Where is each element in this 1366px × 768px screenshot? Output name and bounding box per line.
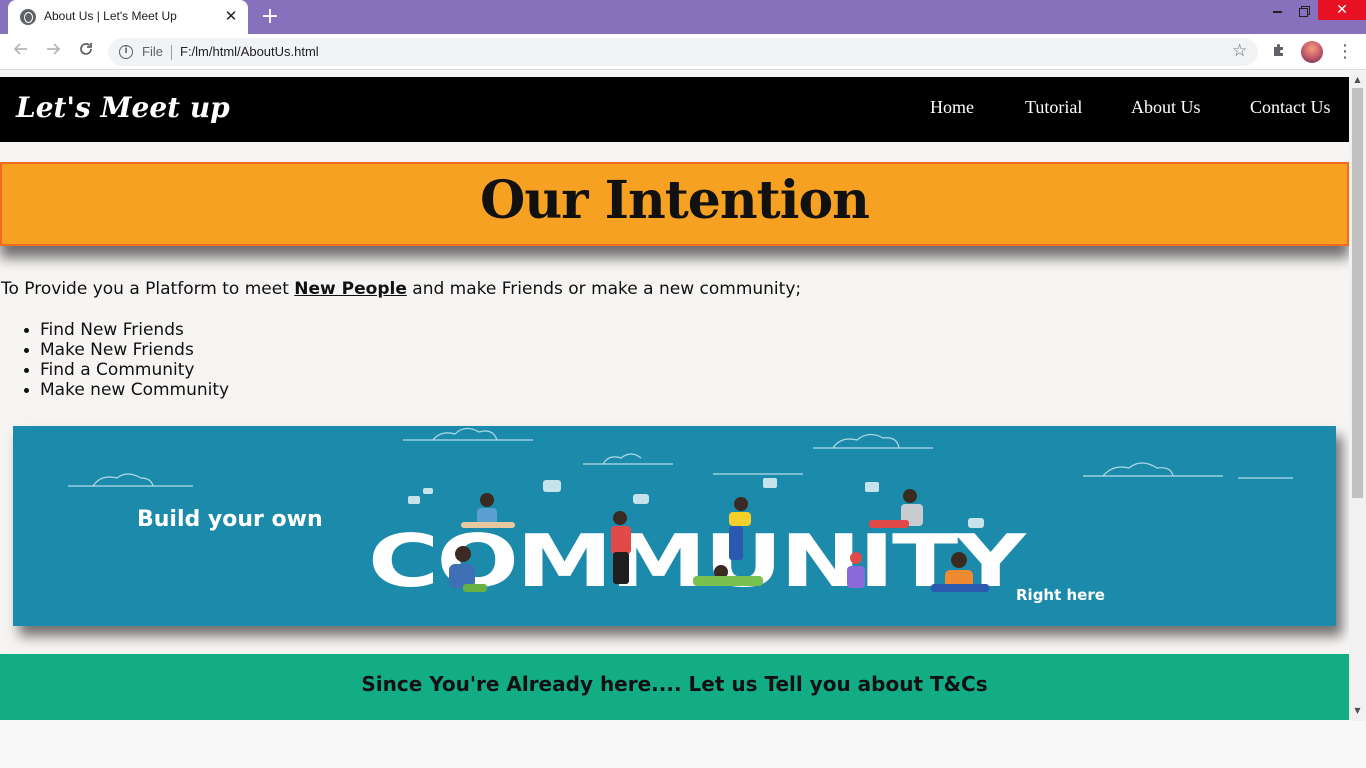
- omnibox-divider: [171, 45, 172, 60]
- reload-button[interactable]: [75, 41, 97, 63]
- community-illustration: Build your own COMMUNITY Right here: [68, 427, 1293, 604]
- profile-avatar[interactable]: [1301, 41, 1323, 63]
- intention-heading: Our Intention: [480, 170, 870, 231]
- window-minimize-button[interactable]: [1262, 0, 1292, 20]
- nav-link-contact[interactable]: Contact Us: [1250, 97, 1331, 118]
- intro-paragraph: To Provide you a Platform to meet New Pe…: [1, 279, 801, 299]
- page-viewport: Let's Meet up Home Tutorial About Us Con…: [0, 71, 1366, 768]
- terms-heading: Since You're Already here.... Let us Tel…: [361, 672, 988, 696]
- intro-text-before: To Provide you a Platform to meet: [1, 279, 295, 299]
- site-navbar: Let's Meet up Home Tutorial About Us Con…: [0, 77, 1349, 142]
- browser-toolbar: i File F:/lm/html/AboutUs.html ☆ ⋮: [0, 34, 1366, 70]
- banner-line1: Build your own: [137, 507, 323, 532]
- kebab-menu-icon[interactable]: ⋮: [1336, 41, 1354, 63]
- tab-close-icon[interactable]: ✕: [222, 7, 240, 25]
- browser-tab-active[interactable]: About Us | Let's Meet Up ✕: [8, 0, 248, 34]
- list-item: Make new Community: [22, 380, 229, 400]
- intro-text-after: and make Friends or make a new community…: [406, 279, 802, 299]
- arrow-left-icon: [13, 43, 27, 55]
- intro-highlight: New People: [294, 279, 407, 299]
- scroll-up-arrow[interactable]: ▲: [1349, 71, 1366, 88]
- banner-line2: Right here: [1016, 586, 1105, 604]
- star-icon[interactable]: ☆: [1232, 41, 1247, 61]
- address-bar[interactable]: i File F:/lm/html/AboutUs.html ☆: [108, 38, 1258, 66]
- list-item: Find a Community: [22, 360, 229, 380]
- arrow-right-icon: [47, 43, 61, 55]
- window-close-button[interactable]: ✕: [1318, 0, 1366, 20]
- scroll-down-arrow[interactable]: ▼: [1349, 702, 1366, 719]
- forward-button[interactable]: [42, 41, 64, 63]
- page-bottom-area: [0, 720, 1366, 768]
- browser-tab-strip: About Us | Let's Meet Up ✕ + ✕: [0, 0, 1366, 34]
- list-item: Make New Friends: [22, 340, 229, 360]
- window-restore-button[interactable]: [1292, 0, 1318, 20]
- tab-title: About Us | Let's Meet Up: [44, 9, 177, 23]
- feature-list: Find New Friends Make New Friends Find a…: [22, 320, 229, 400]
- site-logo[interactable]: Let's Meet up: [16, 91, 230, 124]
- reload-icon: [80, 43, 92, 55]
- info-icon[interactable]: i: [119, 45, 133, 59]
- puzzle-icon[interactable]: [1270, 42, 1288, 60]
- page-scrollbar[interactable]: ▲ ▼: [1349, 71, 1366, 721]
- terms-band: Since You're Already here.... Let us Tel…: [0, 654, 1349, 720]
- url-scheme-label: File: [142, 44, 163, 59]
- globe-icon: [20, 9, 36, 25]
- community-banner: Build your own COMMUNITY Right here: [13, 426, 1336, 626]
- nav-link-home[interactable]: Home: [930, 97, 974, 118]
- nav-link-tutorial[interactable]: Tutorial: [1025, 97, 1082, 118]
- list-item: Find New Friends: [22, 320, 229, 340]
- back-button[interactable]: [10, 41, 32, 63]
- nav-link-about[interactable]: About Us: [1131, 97, 1201, 118]
- intention-section: Our Intention: [0, 162, 1349, 246]
- url-text[interactable]: F:/lm/html/AboutUs.html: [180, 44, 319, 59]
- scroll-thumb[interactable]: [1352, 88, 1363, 498]
- new-tab-button[interactable]: +: [258, 5, 282, 29]
